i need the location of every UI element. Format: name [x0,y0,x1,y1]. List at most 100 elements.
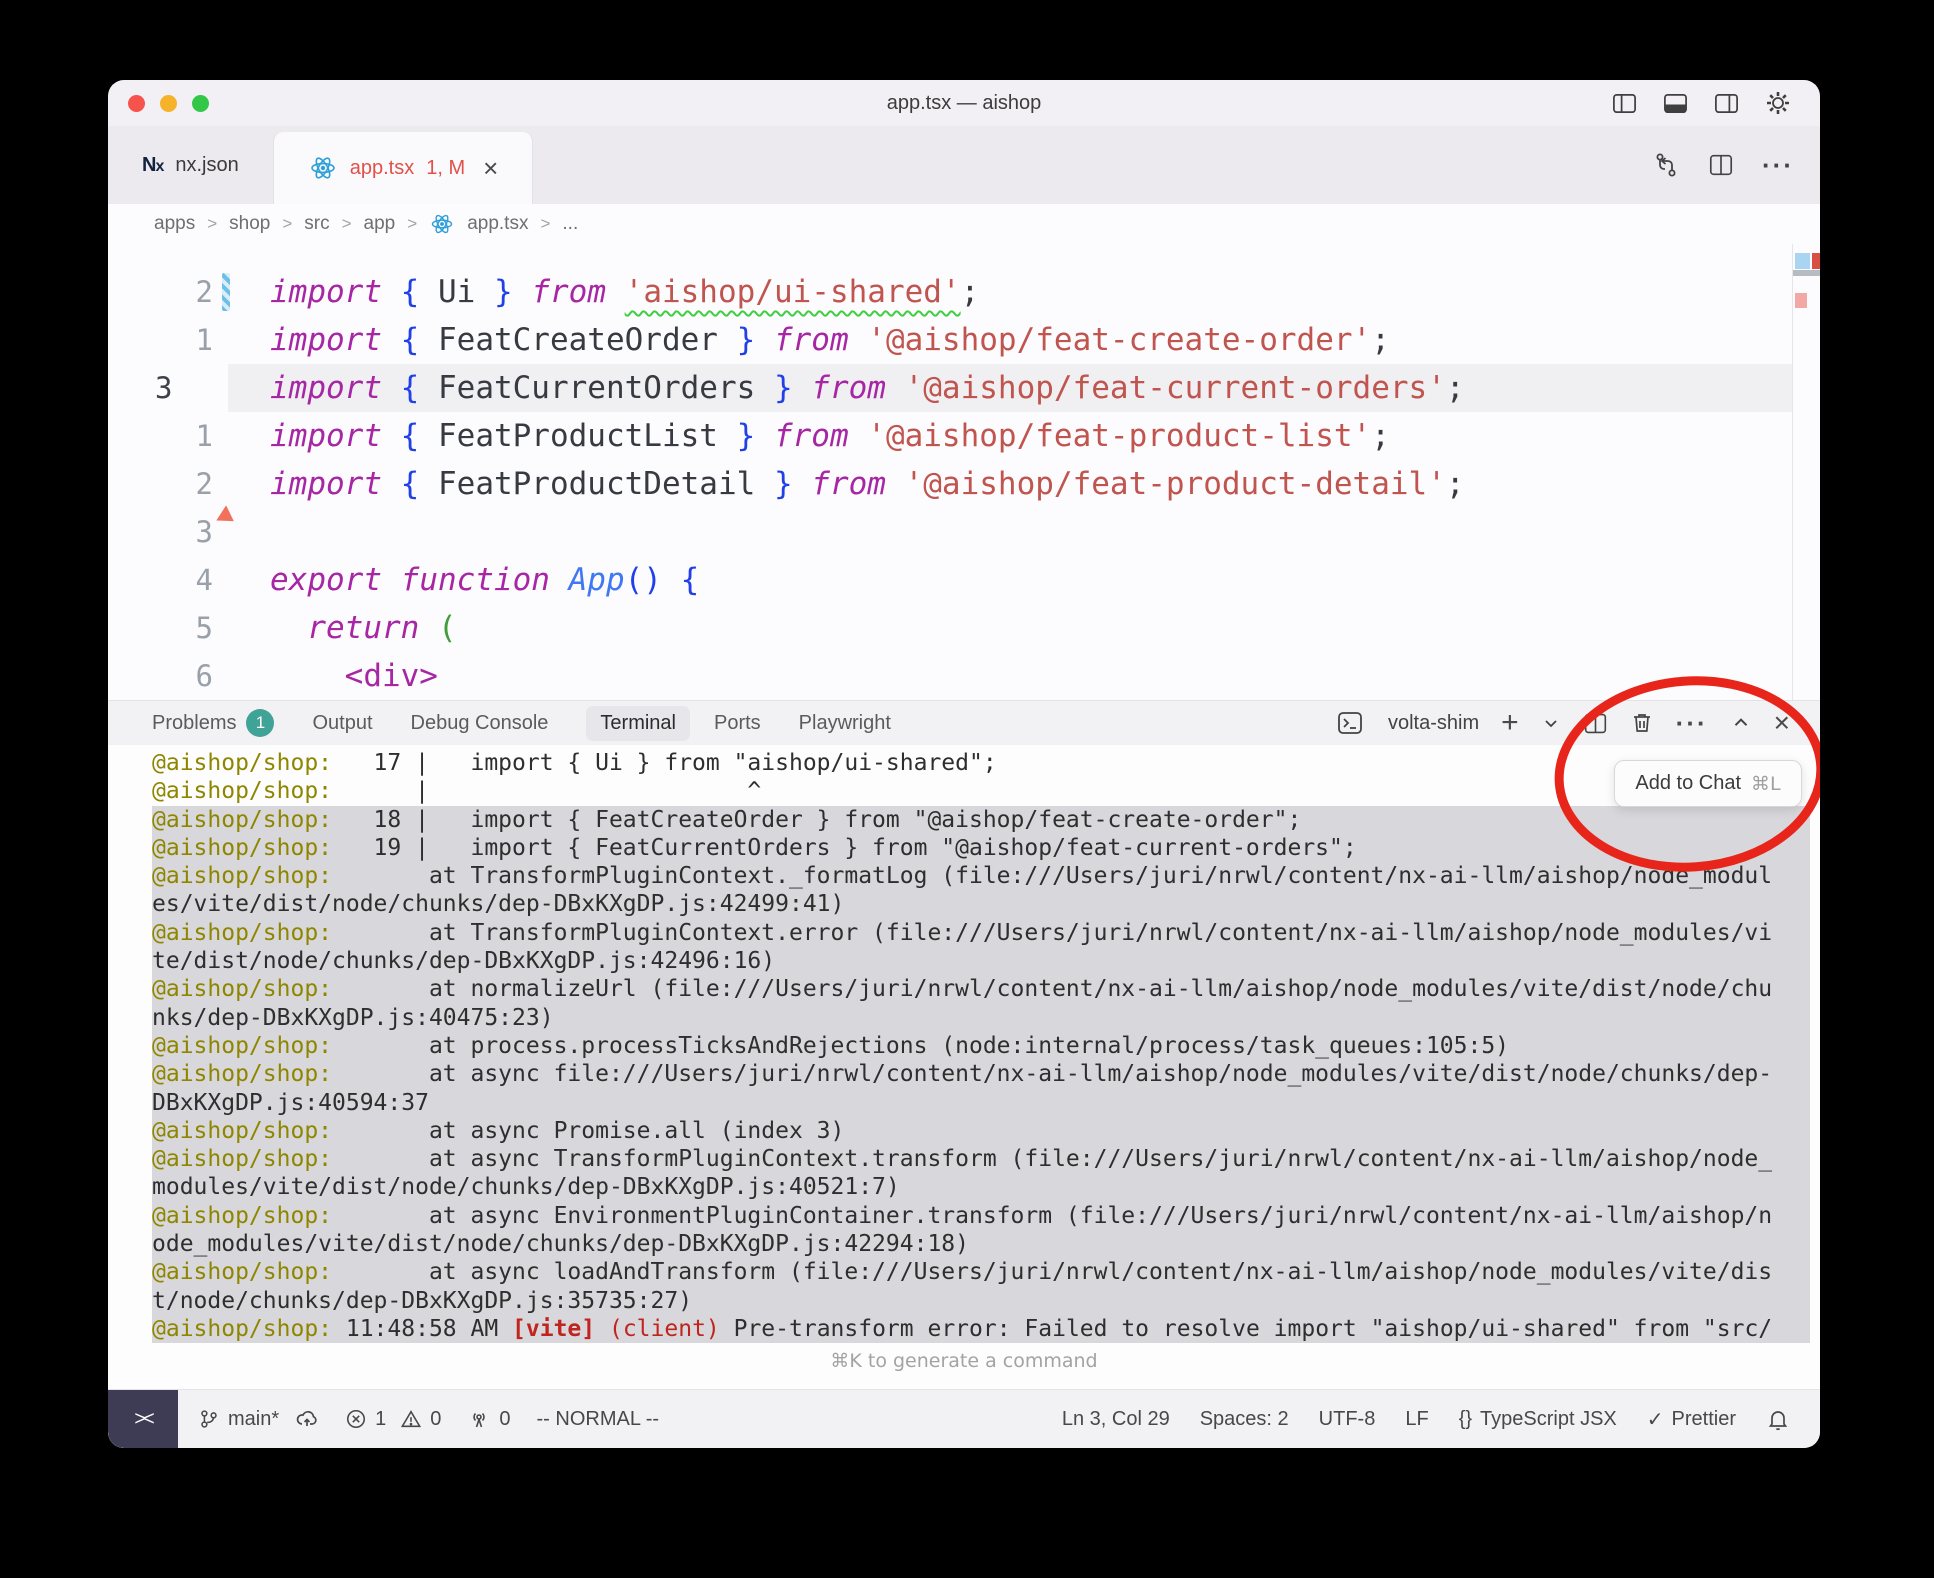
scrollbar-thumb[interactable] [1793,270,1820,276]
panel-tab-debug-console[interactable]: Debug Console [411,712,549,735]
add-to-chat-label: Add to Chat [1635,772,1741,795]
warning-count: 0 [430,1408,441,1431]
minimap-mark-blue [1795,253,1810,269]
breadcrumb-item[interactable]: src [304,213,329,235]
terminal-row: @aishop/shop: at process.processTicksAnd… [152,1032,1810,1060]
panel-tab-label: Playwright [799,712,891,735]
breadcrumb-item[interactable]: app.tsx [467,213,528,235]
code-line[interactable]: 5 return ( [108,604,1820,652]
vim-mode-indicator[interactable]: -- NORMAL -- [537,1408,660,1431]
minimap-mark-pink [1795,293,1807,308]
panel-tab-output[interactable]: Output [312,712,372,735]
new-terminal-icon[interactable]: + [1501,708,1519,738]
kill-terminal-trash-icon[interactable] [1630,711,1654,735]
maximize-window-button[interactable] [192,95,209,112]
terminal-dropdown-chevron-icon[interactable] [1541,713,1561,733]
close-panel-icon[interactable]: × [1774,709,1790,737]
terminal-ai-hint: ⌘K to generate a command [108,1347,1820,1375]
panel-more-actions-icon[interactable]: ··· [1676,708,1708,739]
more-actions-icon[interactable]: ··· [1762,150,1794,181]
add-to-chat-button[interactable]: Add to Chat ⌘L [1614,760,1802,807]
braces-icon: {} [1459,1408,1472,1431]
panel-tab-label: Terminal [600,712,676,735]
tab-app-tsx[interactable]: app.tsx 1, M × [273,132,534,204]
notifications-bell-icon[interactable] [1766,1407,1790,1431]
split-terminal-icon[interactable] [1583,711,1608,736]
code-line[interactable]: 3 [108,508,1820,556]
line-number: 2 [196,275,213,309]
panel-tab-bar: Problems 1 Output Debug Console Terminal… [108,701,1820,745]
breadcrumb-item[interactable]: ... [562,213,578,235]
error-count: 1 [375,1408,386,1431]
indentation-setting[interactable]: Spaces: 2 [1200,1408,1289,1431]
breadcrumb-item[interactable]: apps [154,213,195,235]
minimize-window-button[interactable] [160,95,177,112]
git-branch-status[interactable]: main* [198,1407,319,1431]
language-mode[interactable]: {} TypeScript JSX [1459,1408,1617,1431]
breadcrumb-item[interactable]: shop [229,213,270,235]
maximize-panel-chevron-icon[interactable] [1730,712,1752,734]
code-editor[interactable]: 2import { Ui } from 'aishop/ui-shared';1… [108,244,1820,700]
toggle-primary-sidebar-icon[interactable] [1611,90,1638,117]
cursor-position[interactable]: Ln 3, Col 29 [1062,1408,1170,1431]
tab-nx-json[interactable]: Nx nx.json [108,126,273,204]
split-editor-icon[interactable] [1708,152,1734,178]
status-bar: >< main* 1 0 [108,1389,1820,1448]
line-number: 4 [196,563,213,597]
terminal-row: @aishop/shop: at TransformPluginContext.… [152,919,1810,947]
panel-tab-playwright[interactable]: Playwright [799,712,891,735]
terminal-row: ode_modules/vite/dist/node/chunks/dep-DB… [152,1230,1810,1258]
close-window-button[interactable] [128,95,145,112]
code-line[interactable]: 2 import { Ui } from 'aishop/ui-shared'; [108,268,1820,316]
line-number: 1 [196,419,213,453]
tab-label: app.tsx [350,157,414,180]
ports-status[interactable]: 0 [467,1407,510,1431]
terminal-output[interactable]: @aishop/shop: 17 | import { Ui } from "a… [108,745,1820,1389]
close-tab-icon[interactable]: × [483,155,498,181]
code-line[interactable]: 1import { FeatCreateOrder } from '@aisho… [108,316,1820,364]
settings-gear-icon[interactable] [1764,89,1792,117]
line-number: 3 [155,371,172,405]
gutter: 1 [108,316,228,364]
compare-changes-icon[interactable] [1652,151,1680,179]
panel-tab-ports[interactable]: Ports [714,712,761,735]
title-bar: app.tsx — aishop [108,80,1820,126]
minimap-divider [1792,244,1793,700]
line-number: 6 [196,659,213,693]
gutter: 3 [108,508,228,556]
problems-status[interactable]: 1 0 [345,1408,441,1431]
breadcrumb-item[interactable]: app [364,213,396,235]
remote-indicator[interactable]: >< [108,1390,178,1448]
panel-tab-problems[interactable]: Problems 1 [152,709,274,737]
gutter: 2 [108,460,228,508]
nx-logo-icon: Nx [142,154,163,177]
code-line[interactable]: 1import { FeatProductList } from '@aisho… [108,412,1820,460]
toggle-secondary-sidebar-icon[interactable] [1713,90,1740,117]
react-icon [308,153,338,183]
code-line[interactable]: 6 <div> [108,652,1820,700]
code-line[interactable]: 3import { FeatCurrentOrders } from '@ais… [108,364,1820,412]
ports-count: 0 [499,1408,510,1431]
line-number: 2 [196,467,213,501]
line-number: 5 [196,611,213,645]
code-lines: 2import { Ui } from 'aishop/ui-shared';1… [108,268,1820,700]
code-line[interactable]: 4export function App() { [108,556,1820,604]
terminal-row: t/node/chunks/dep-DBxKXgDP.js:35735:27) [152,1287,1810,1315]
encoding-setting[interactable]: UTF-8 [1319,1408,1376,1431]
terminal-session-name[interactable]: volta-shim [1388,712,1479,735]
toggle-panel-icon[interactable] [1662,90,1689,117]
gutter: 1 [108,412,228,460]
eol-setting[interactable]: LF [1405,1408,1428,1431]
terminal-row: @aishop/shop: 19 | import { FeatCurrentO… [152,834,1810,862]
code-line[interactable]: 2import { FeatProductDetail } from '@ais… [108,460,1820,508]
panel-tab-label: Problems [152,712,236,735]
terminal-row: @aishop/shop: at async loadAndTransform … [152,1258,1810,1286]
panel-tab-terminal[interactable]: Terminal [586,706,690,741]
chevron-right-icon: > [540,214,550,234]
code-text: <div> [228,652,1793,700]
formatter-status[interactable]: ✓ Prettier [1647,1407,1736,1432]
code-text: import { Ui } from 'aishop/ui-shared'; [228,268,1793,316]
language-label: TypeScript JSX [1480,1408,1617,1431]
gutter: 4 [108,556,228,604]
terminal-row: te/dist/node/chunks/dep-DBxKXgDP.js:4249… [152,947,1810,975]
